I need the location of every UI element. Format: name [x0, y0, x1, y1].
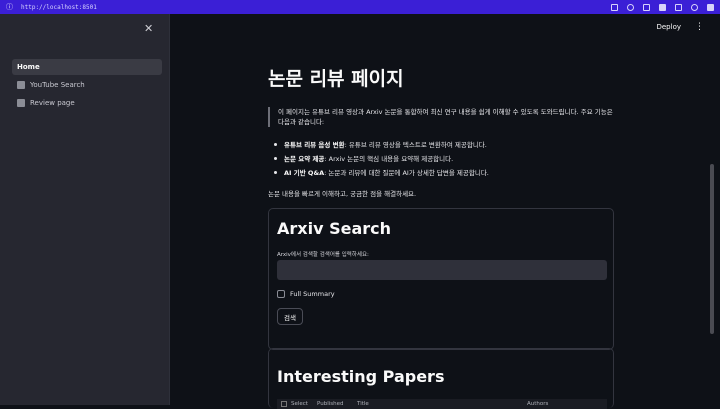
list-item: 논문 요약 제공: Arxiv 논문의 핵심 내용을 요약해 제공합니다. — [274, 152, 614, 166]
search-input-label: Arxiv에서 검색할 검색어를 입력하세요: — [277, 252, 369, 258]
search-button[interactable]: 검색 — [277, 308, 303, 325]
sidebar-item-home[interactable]: Home — [12, 59, 162, 75]
extension-icon[interactable] — [643, 3, 650, 11]
column-header[interactable]: Published — [317, 401, 357, 407]
sidebar: ✕ Home YouTube Search Review page — [0, 14, 170, 405]
page-title: 논문 리뷰 페이지 — [268, 68, 404, 90]
sidebar-nav: Home YouTube Search Review page — [12, 59, 162, 113]
app-toolbar: Deploy ⋮ — [656, 22, 704, 31]
extension-icon[interactable] — [611, 3, 618, 11]
deploy-button[interactable]: Deploy — [656, 23, 681, 31]
feature-list: 유튜브 리뷰 음성 변환: 유튜브 리뷰 영상을 텍스트로 변환하여 제공합니다… — [274, 138, 614, 180]
papers-table-header: Select Published Title Authors — [277, 399, 607, 409]
document-icon — [17, 99, 25, 107]
column-header[interactable]: Authors — [527, 401, 548, 407]
arxiv-search-card: Arxiv Search Arxiv에서 검색할 검색어를 입력하세요: Ful… — [268, 208, 614, 350]
section-title: Interesting Papers — [277, 367, 445, 386]
summary-text: 논문 내용을 빠르게 이해하고, 궁금한 점을 해결하세요. — [268, 190, 417, 198]
close-icon[interactable]: ✕ — [144, 22, 153, 35]
app-frame: ✕ Home YouTube Search Review page Deploy… — [0, 14, 720, 409]
column-header[interactable]: Select — [291, 401, 317, 407]
sidebar-item-review-page[interactable]: Review page — [12, 95, 162, 111]
sidebar-item-label: YouTube Search — [30, 81, 85, 89]
browser-extension-icons — [611, 3, 714, 11]
extension-icon[interactable] — [675, 3, 682, 11]
section-title: Arxiv Search — [277, 219, 392, 238]
full-summary-checkbox[interactable]: Full Summary — [277, 290, 335, 298]
page-icon — [17, 81, 25, 89]
checkbox-box[interactable] — [277, 290, 285, 298]
extension-icon[interactable] — [691, 3, 698, 11]
extension-icon[interactable] — [627, 3, 634, 11]
list-item: 유튜브 리뷰 음성 변환: 유튜브 리뷰 영상을 텍스트로 변환하여 제공합니다… — [274, 138, 614, 152]
scrollbar[interactable] — [710, 164, 714, 334]
list-item: AI 기반 Q&A: 논문과 리뷰에 대한 질문에 AI가 상세한 답변을 제공… — [274, 166, 614, 180]
intro-blockquote: 이 페이지는 유튜브 리뷰 영상과 Arxiv 논문을 통합하여 최신 연구 내… — [268, 107, 618, 127]
more-menu-icon[interactable]: ⋮ — [695, 22, 704, 31]
interesting-papers-card: Interesting Papers Select Published Titl… — [268, 348, 614, 409]
checkbox-label: Full Summary — [290, 290, 335, 298]
extension-icon[interactable] — [659, 3, 666, 11]
extension-icon[interactable] — [707, 3, 714, 11]
sidebar-item-youtube-search[interactable]: YouTube Search — [12, 77, 162, 93]
sidebar-item-label: Home — [17, 63, 40, 71]
address-bar[interactable]: http://localhost:8501 — [21, 4, 97, 11]
column-header[interactable]: Title — [357, 401, 527, 407]
search-input[interactable] — [277, 260, 607, 280]
sidebar-item-label: Review page — [30, 99, 75, 107]
info-icon[interactable]: ⓘ — [6, 2, 13, 12]
select-all-checkbox[interactable] — [281, 401, 287, 407]
browser-toolbar: ⓘ http://localhost:8501 — [0, 0, 720, 14]
